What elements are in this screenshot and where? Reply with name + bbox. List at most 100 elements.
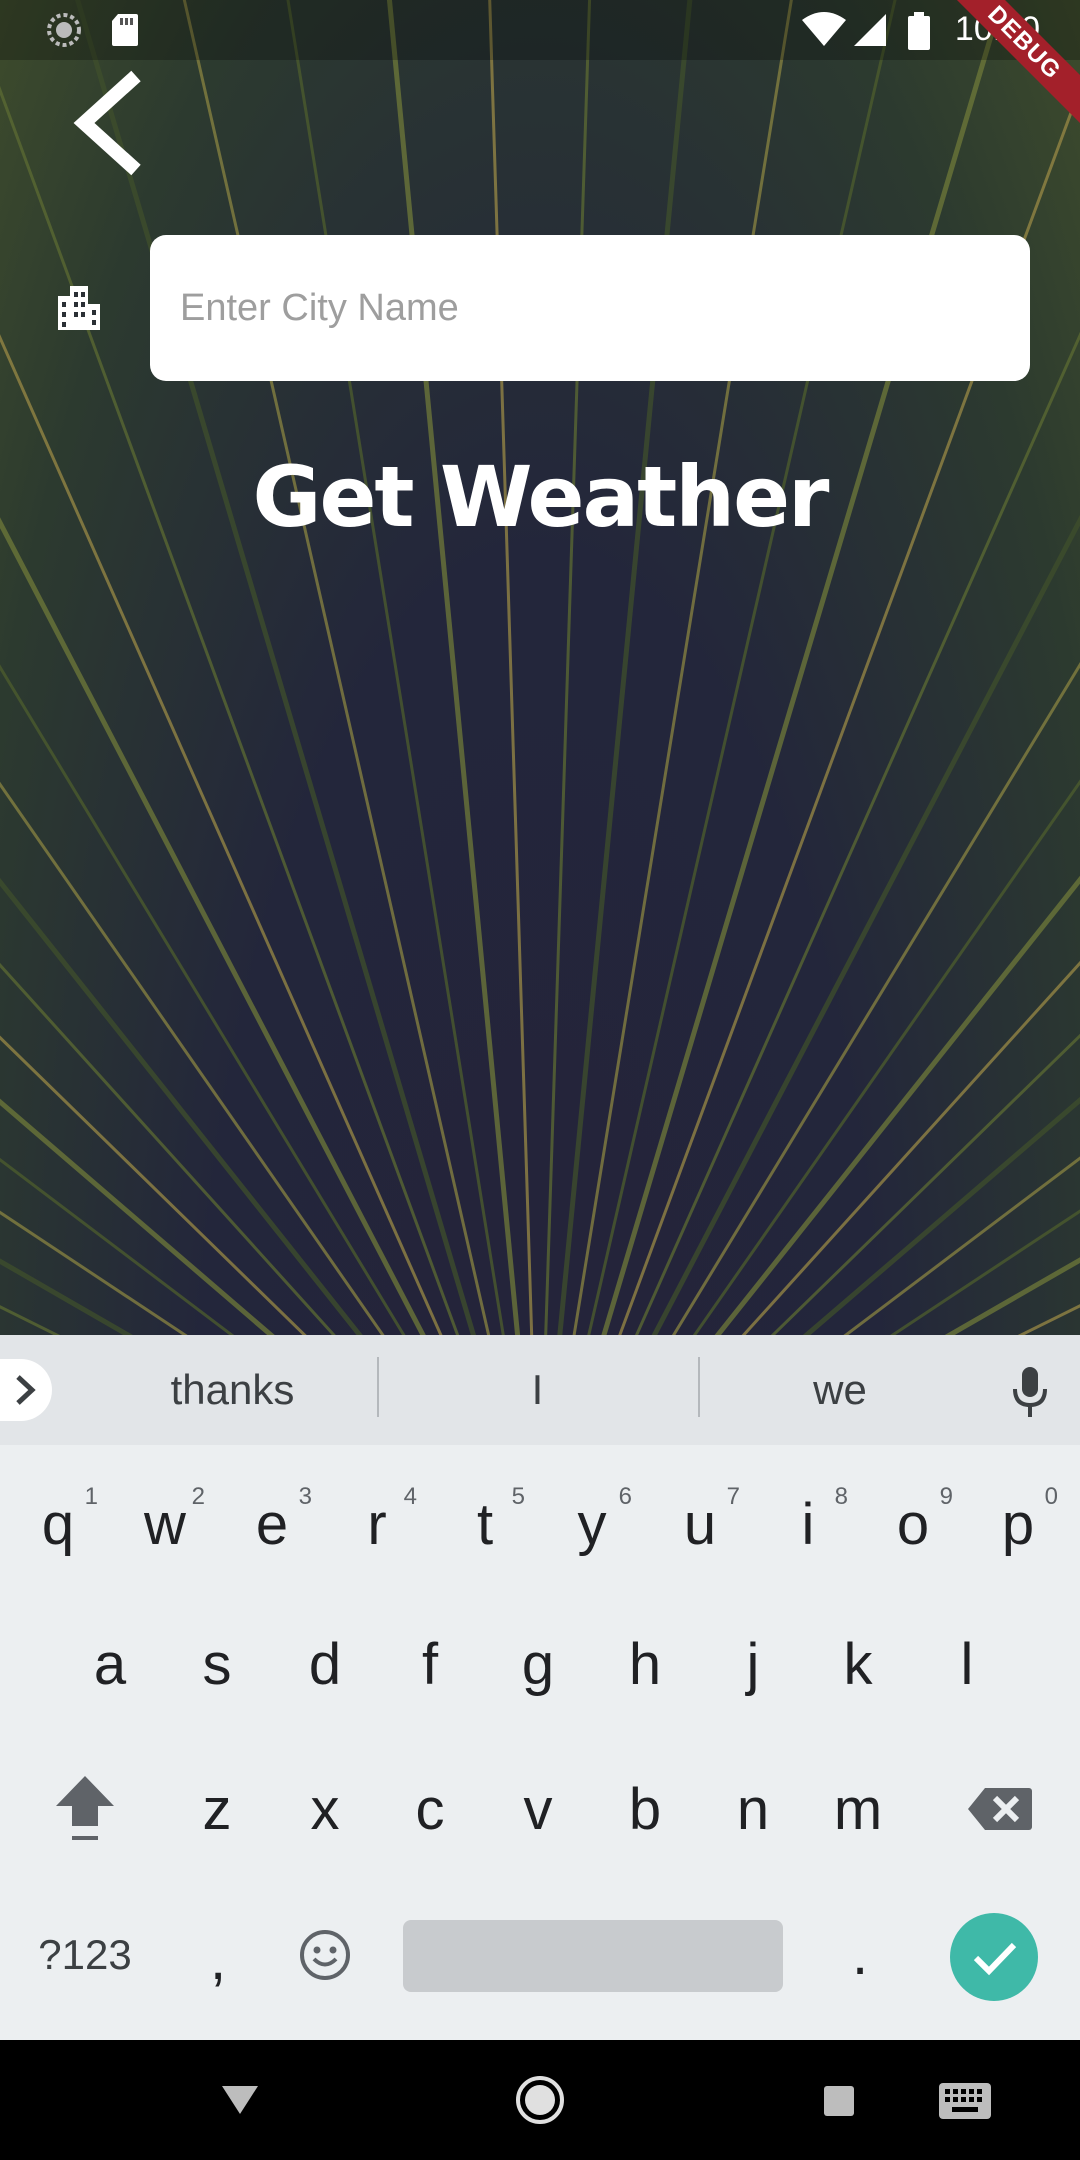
leaf-rib [651, 514, 1080, 1335]
leaf-rib [0, 664, 406, 1335]
debug-banner: DEBUG [950, 0, 1080, 130]
key-j[interactable]: j [713, 1615, 793, 1715]
key-hint: 4 [403, 1483, 417, 1510]
key-hint: 0 [1044, 1483, 1058, 1510]
key-d[interactable]: d [285, 1615, 365, 1715]
city-building-icon [58, 286, 100, 330]
key-label: p [1001, 1492, 1035, 1557]
key-hint: 8 [834, 1483, 848, 1510]
suggestion-bar: thanks I we [0, 1335, 1080, 1445]
key-label: i [801, 1492, 815, 1557]
home-circle-icon[interactable] [514, 2074, 566, 2126]
key-f[interactable]: f [390, 1615, 470, 1715]
leaf-rib [480, 889, 1080, 1335]
key-hint: 2 [191, 1483, 205, 1510]
shift-key[interactable] [40, 1760, 130, 1860]
shift-arrow-icon [56, 1776, 114, 1840]
key-label: r [367, 1492, 387, 1557]
leaf-rib [0, 1258, 134, 1335]
back-triangle-icon[interactable] [220, 2082, 260, 2118]
key-hint: 5 [511, 1483, 525, 1510]
leaf-rib [601, 0, 1005, 1335]
key-o[interactable]: o9 [873, 1475, 953, 1575]
space-key[interactable] [403, 1920, 783, 1992]
checkmark-icon [973, 1942, 1017, 1976]
key-m[interactable]: m [818, 1760, 898, 1860]
leaf-rib [0, 1210, 188, 1335]
leaf-rib [483, 766, 1080, 1335]
chevron-right-icon [16, 1375, 36, 1405]
key-p[interactable]: p0 [978, 1475, 1058, 1575]
sync-icon [47, 13, 81, 47]
leaf-rib [75, 0, 477, 1335]
suggestion-item[interactable]: I [380, 1335, 695, 1445]
key-k[interactable]: k [818, 1615, 898, 1715]
key-x[interactable]: x [285, 1760, 365, 1860]
key-label: q [41, 1492, 75, 1557]
leaf-rib [0, 1014, 600, 1335]
key-h[interactable]: h [605, 1615, 685, 1715]
comma-key[interactable]: , [198, 1910, 238, 2010]
key-hint: 1 [84, 1483, 98, 1510]
suggestion-item[interactable]: thanks [115, 1335, 350, 1445]
leaf-rib [0, 517, 426, 1335]
key-u[interactable]: u7 [660, 1475, 740, 1575]
key-i[interactable]: i8 [768, 1475, 848, 1575]
leaf-rib [944, 1257, 1080, 1335]
leaf-rib [634, 331, 1080, 1335]
leaf-rib [0, 766, 594, 1335]
symbols-key[interactable]: ?123 [25, 1905, 145, 2005]
backspace-key[interactable] [955, 1760, 1045, 1860]
battery-icon [908, 12, 930, 50]
key-hint: 7 [726, 1483, 740, 1510]
backspace-icon [968, 1788, 1032, 1830]
recents-square-icon[interactable] [822, 2084, 856, 2118]
leaf-rib [587, 0, 897, 1335]
leaf-rib [0, 334, 443, 1335]
key-a[interactable]: a [70, 1615, 150, 1715]
key-e[interactable]: e3 [232, 1475, 312, 1575]
microphone-icon[interactable] [1010, 1365, 1050, 1419]
status-bar: 10:20 [0, 0, 1080, 60]
city-name-input[interactable] [150, 235, 1030, 381]
key-hint: 9 [939, 1483, 953, 1510]
wifi-icon [802, 12, 846, 46]
key-label: o [896, 1492, 930, 1557]
key-label: w [144, 1492, 186, 1557]
enter-key[interactable] [950, 1913, 1038, 2001]
key-y[interactable]: y6 [552, 1475, 633, 1575]
suggestion-divider [377, 1357, 379, 1417]
leaf-rib [889, 1209, 1080, 1335]
keyboard-switch-icon[interactable] [938, 2082, 992, 2120]
key-z[interactable]: z [177, 1760, 257, 1860]
key-s[interactable]: s [177, 1615, 257, 1715]
leaf-rib [0, 889, 597, 1335]
key-r[interactable]: r4 [337, 1475, 417, 1575]
key-g[interactable]: g [498, 1615, 578, 1715]
leaf-rib [488, 0, 534, 1335]
navigation-bar [0, 2040, 1080, 2160]
key-q[interactable]: q1 [18, 1475, 98, 1575]
leaf-rib [544, 0, 592, 1335]
key-label: y [577, 1492, 607, 1557]
suggestion-expand-button[interactable] [0, 1359, 52, 1421]
key-v[interactable]: v [498, 1760, 578, 1860]
key-hint: 3 [298, 1483, 312, 1510]
key-l[interactable]: l [927, 1615, 1007, 1715]
get-weather-button[interactable]: Get Weather [0, 448, 1080, 546]
sd-card-icon [112, 14, 138, 46]
key-w[interactable]: w2 [125, 1475, 205, 1575]
key-label: u [683, 1492, 717, 1557]
key-n[interactable]: n [713, 1760, 793, 1860]
key-label: t [476, 1492, 494, 1557]
key-c[interactable]: c [390, 1760, 470, 1860]
signal-icon [854, 14, 886, 46]
background-image [0, 0, 1080, 1335]
period-key[interactable]: . [840, 1905, 880, 2005]
emoji-icon[interactable] [298, 1928, 352, 1982]
suggestion-item[interactable]: we [700, 1335, 980, 1445]
key-b[interactable]: b [605, 1760, 685, 1860]
back-button[interactable] [70, 68, 150, 178]
key-hint: 6 [618, 1483, 632, 1510]
key-t[interactable]: t5 [445, 1475, 525, 1575]
